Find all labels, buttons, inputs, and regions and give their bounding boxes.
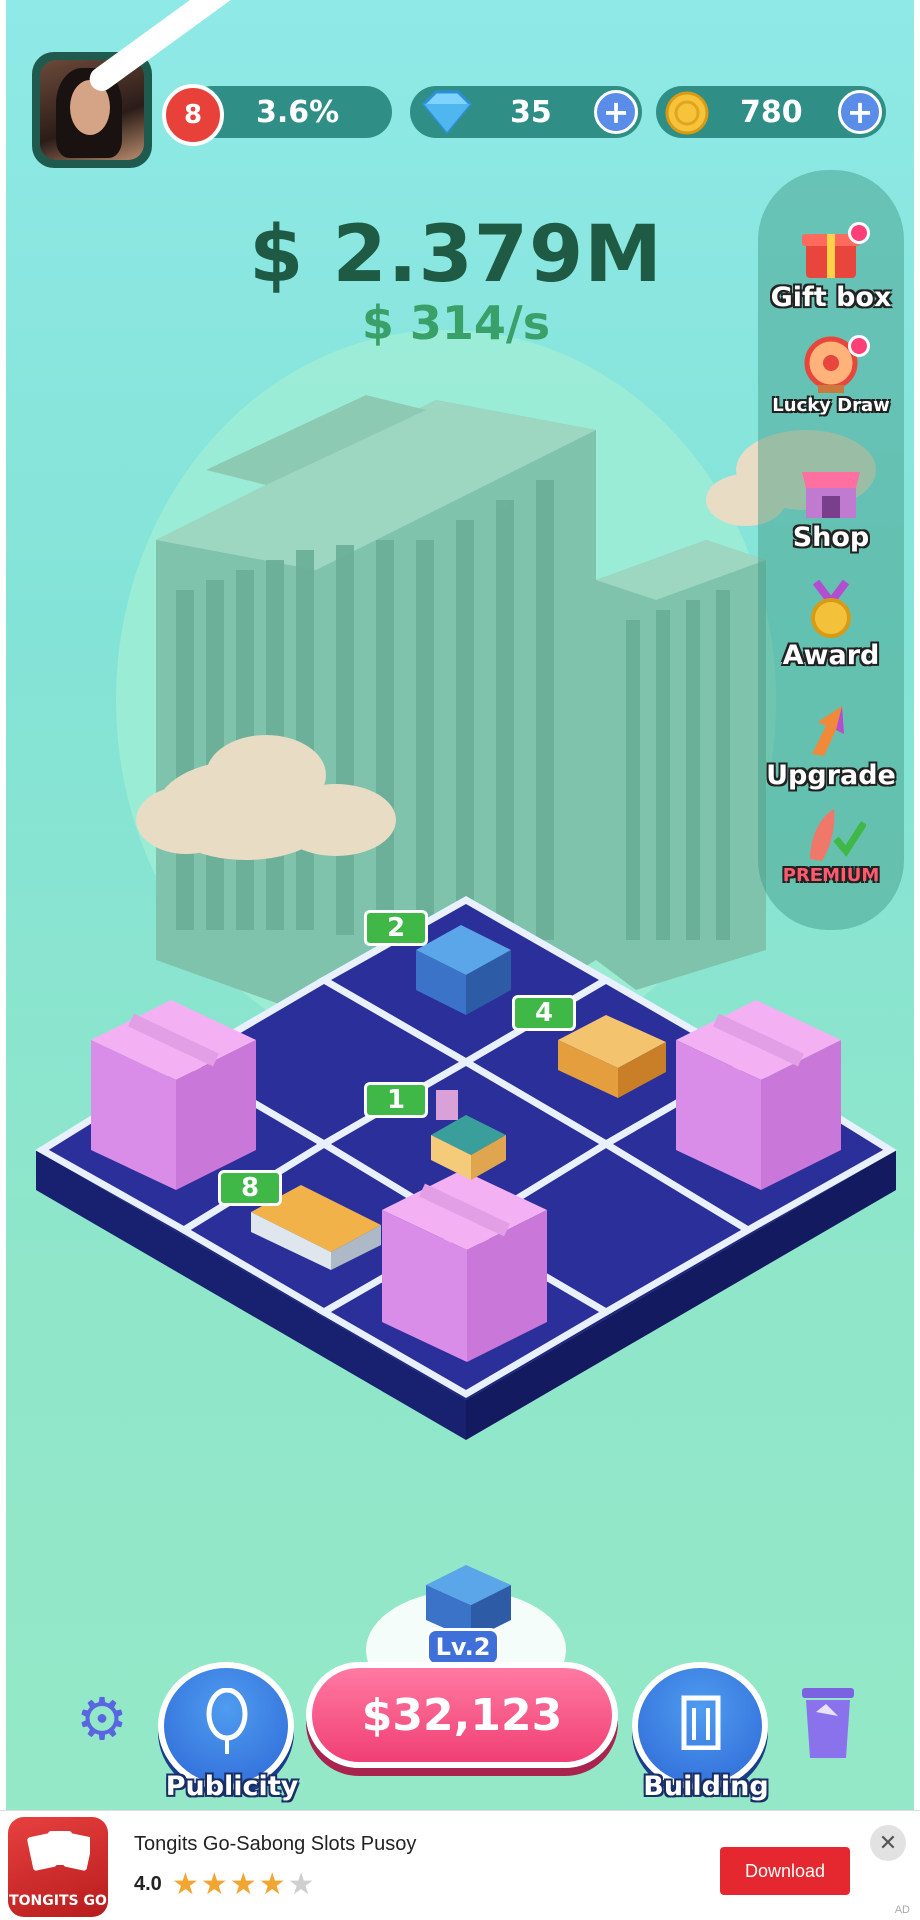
upgrade-arrow-icon [796, 700, 866, 760]
gems-count: 35 [510, 94, 552, 130]
shop-icon [796, 462, 866, 522]
tile-level-tag: 4 [512, 995, 576, 1031]
side-menu-award[interactable]: Award [758, 579, 904, 671]
star-icon: ★ [200, 1867, 230, 1902]
award-medal-icon [796, 579, 866, 640]
ad-banner[interactable]: TONGITS GO Tongits Go-Sabong Slots Pusoy… [0, 1810, 920, 1920]
ad-title[interactable]: Tongits Go-Sabong Slots Pusoy [134, 1833, 416, 1856]
money-per-second: $ 314/s [361, 296, 551, 350]
ad-marker: AD [894, 1904, 910, 1916]
ad-download-button[interactable]: Download [720, 1847, 850, 1895]
star-icon: ★ [172, 1867, 201, 1902]
gift-box-center[interactable] [382, 1170, 547, 1362]
publicity-button[interactable]: Publicity [158, 1662, 298, 1802]
side-menu-label: Gift box [770, 282, 892, 313]
buy-price: $32,123 [361, 1689, 563, 1741]
gift-box-right[interactable] [676, 1000, 841, 1190]
side-menu-label: Shop [792, 522, 870, 553]
add-gems-button[interactable]: + [594, 90, 638, 134]
gift-box-left[interactable] [91, 1000, 256, 1190]
balloon-icon [206, 1688, 248, 1754]
coin-icon [665, 91, 709, 135]
side-menu-label: Award [782, 640, 880, 671]
add-coins-button[interactable]: + [838, 90, 882, 134]
gift-box-icon [796, 222, 870, 282]
buy-building-button[interactable]: $32,123 [306, 1662, 618, 1768]
settings-gear-icon[interactable]: ⚙ [76, 1690, 128, 1748]
publicity-label: Publicity [165, 1771, 299, 1802]
ad-rating: 4.0 [134, 1873, 162, 1895]
star-icon: ★ [287, 1867, 317, 1902]
diamond-icon [421, 90, 473, 135]
notification-dot [848, 222, 870, 244]
gems-pill: 35 + [410, 86, 642, 138]
building-button[interactable]: Building [632, 1662, 769, 1802]
ad-close-button[interactable]: ✕ [870, 1825, 906, 1861]
tile-level-tag: 1 [364, 1082, 428, 1118]
premium-rocket-icon [796, 805, 867, 865]
star-icon: ★ [229, 1867, 259, 1902]
level-badge: 8 [162, 84, 224, 146]
buy-level-tag: Lv.2 [426, 1628, 500, 1666]
lucky-draw-icon [796, 335, 870, 395]
side-menu-label: Lucky Draw [772, 395, 890, 416]
building-icon [681, 1695, 721, 1750]
total-money: $ 2.379M [249, 210, 663, 300]
tile-level-tag: 2 [364, 910, 428, 946]
side-menu: Gift box Lucky Draw Shop Award Upgrade P… [758, 170, 904, 930]
side-menu-label: Upgrade [766, 760, 896, 791]
ad-star-rating: ★★★★★ [172, 1867, 317, 1902]
level-progress-text: 3.6% [256, 94, 340, 130]
tower-right [596, 540, 766, 990]
game-screen: 2 4 1 8 3.6% 8 35 + 780 + $ 2.379M $ 314… [6, 0, 914, 1810]
playing-cards-icon [27, 1831, 90, 1871]
coins-count: 780 [740, 94, 803, 130]
side-menu-lucky-draw[interactable]: Lucky Draw [758, 335, 904, 416]
side-menu-shop[interactable]: Shop [758, 462, 904, 553]
trash-bin-icon[interactable] [798, 1682, 858, 1762]
side-menu-upgrade[interactable]: Upgrade [758, 700, 904, 791]
star-icon: ★ [258, 1867, 288, 1902]
side-menu-label: PREMIUM [782, 865, 880, 886]
side-menu-premium[interactable]: PREMIUM [758, 805, 904, 886]
ad-app-logo[interactable]: TONGITS GO [8, 1817, 108, 1917]
ad-logo-text: TONGITS GO [9, 1893, 107, 1909]
tile-level-tag: 8 [218, 1170, 282, 1206]
coins-pill: 780 + [656, 86, 886, 138]
side-menu-gift-box[interactable]: Gift box [758, 222, 904, 313]
building-label: Building [643, 1771, 769, 1802]
notification-dot [848, 335, 870, 357]
